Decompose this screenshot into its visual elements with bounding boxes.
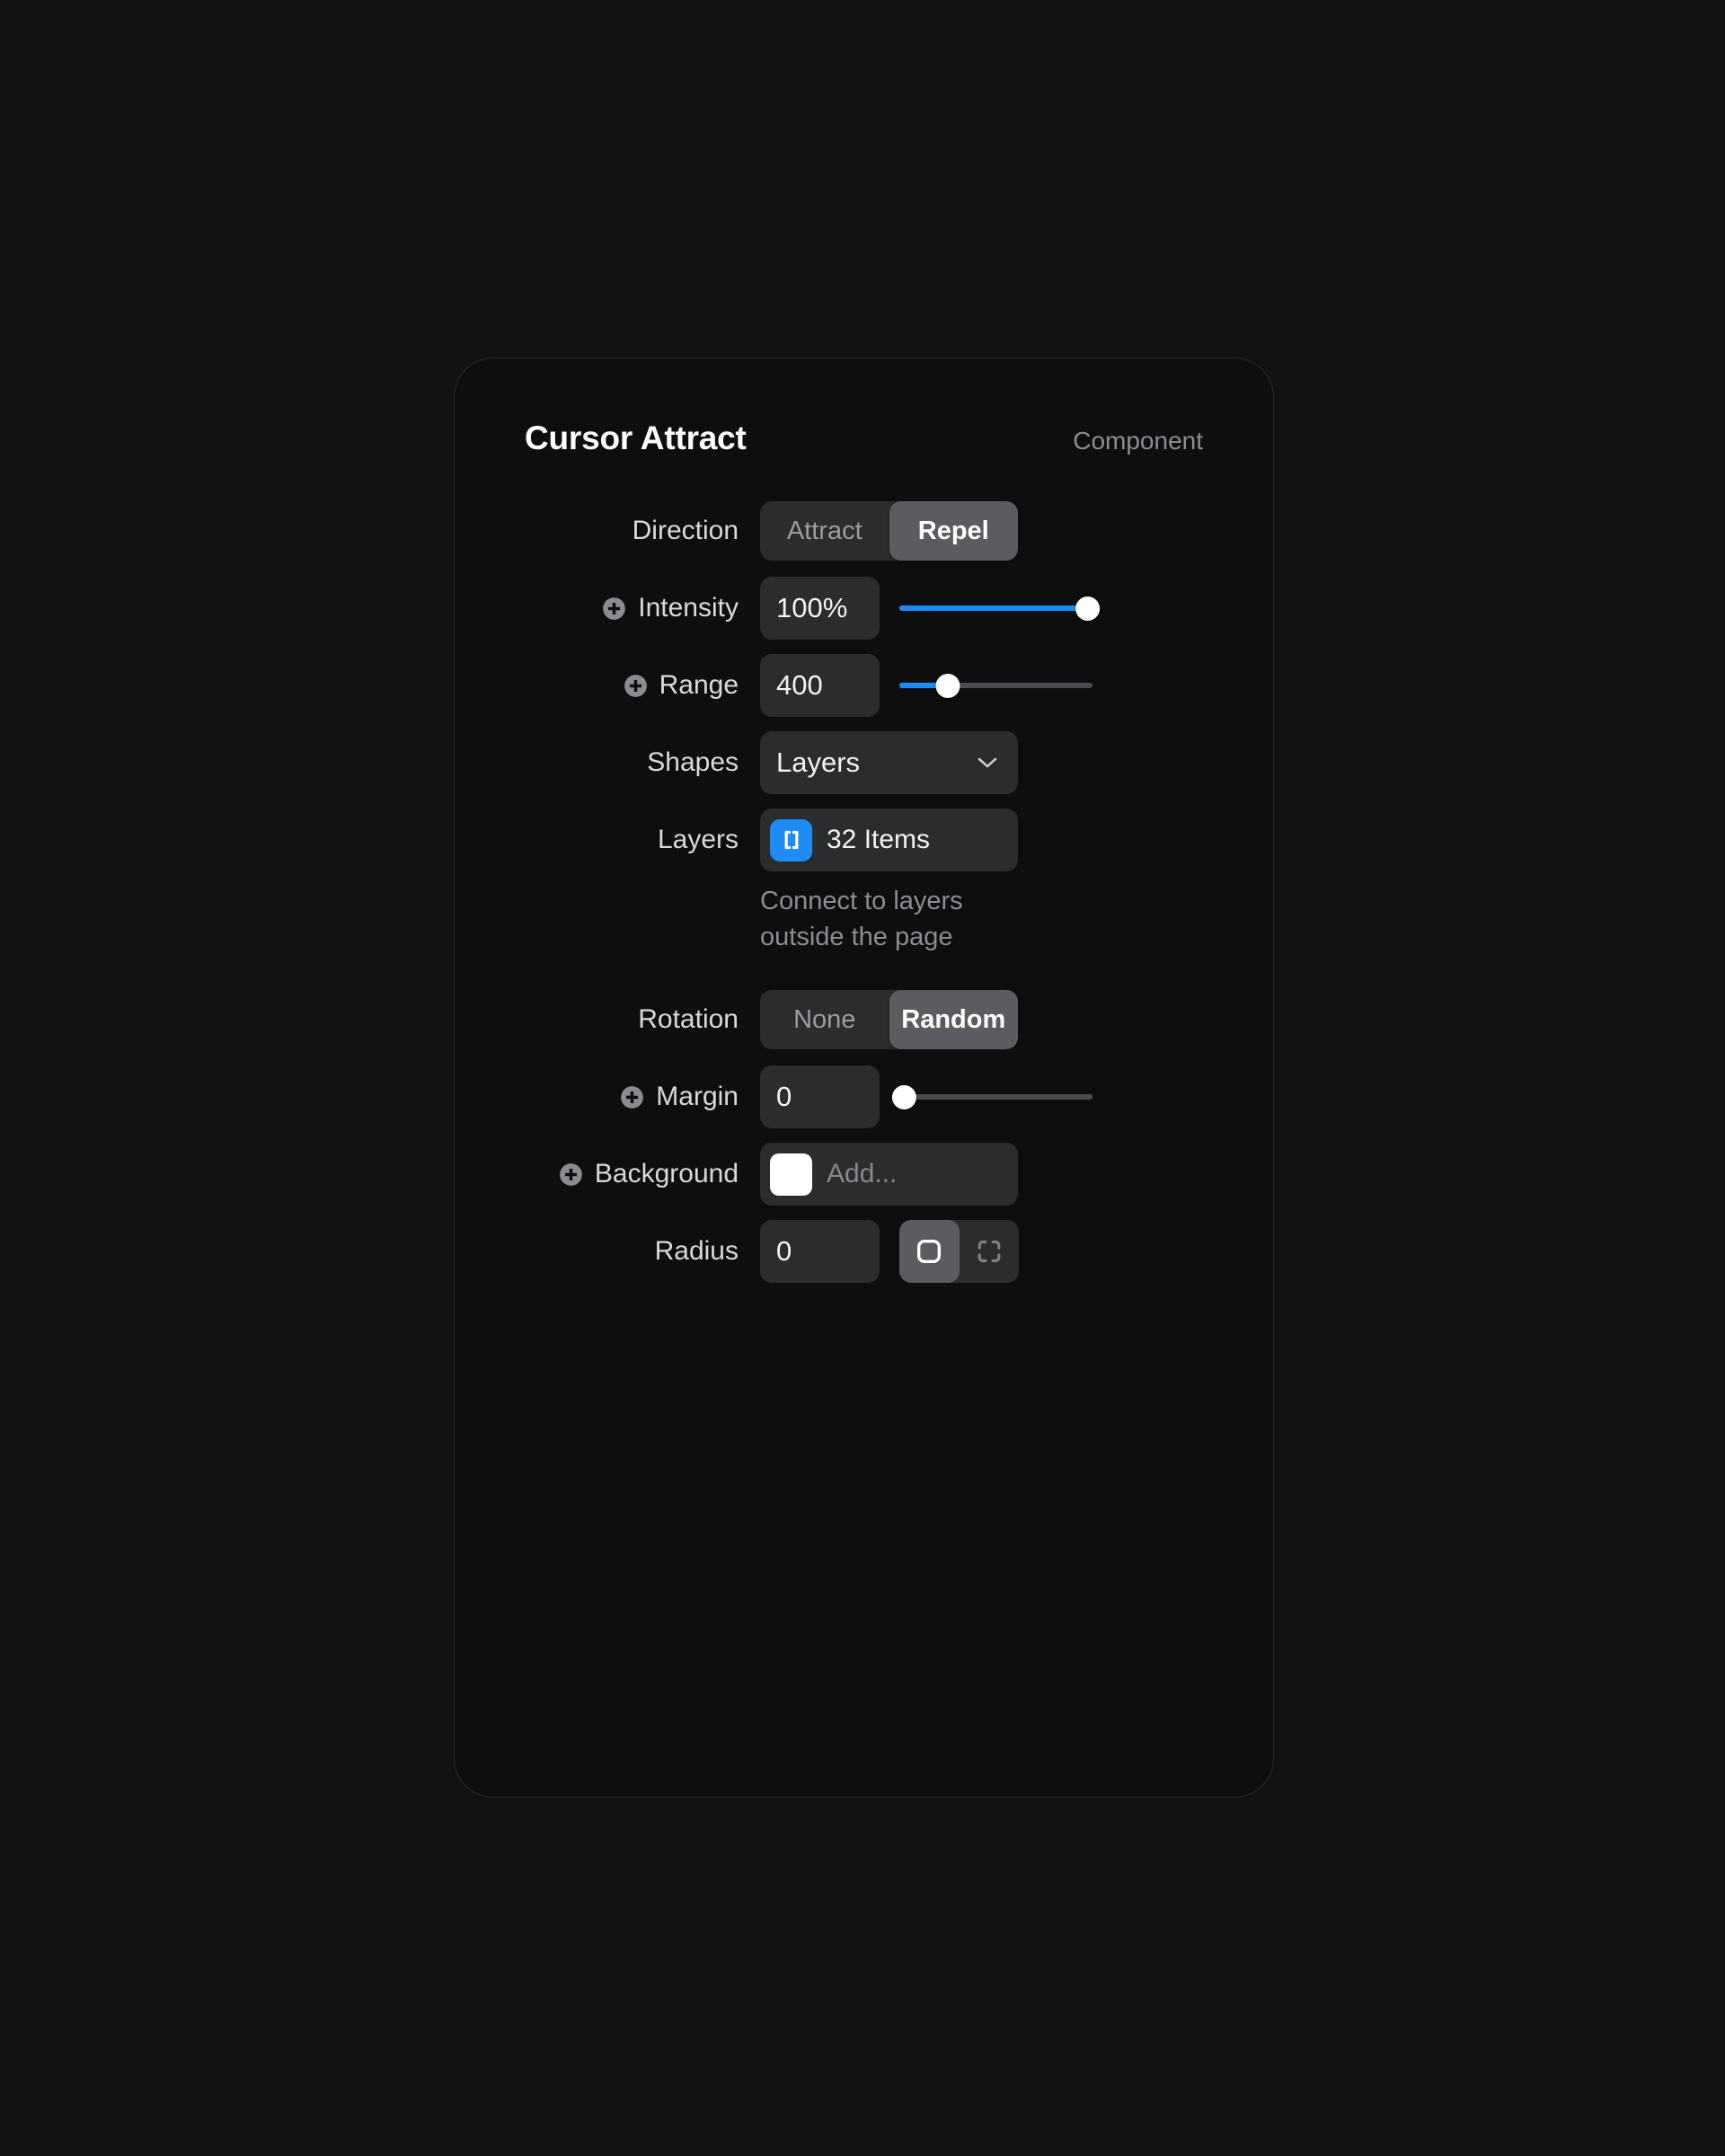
rotation-label: Rotation [638,1004,739,1035]
margin-input[interactable]: 0 [760,1065,880,1129]
row-background: Background Add... [525,1140,1203,1208]
chevron-down-icon [978,757,997,768]
cursor-attract-panel: Cursor Attract Component Direction Attra… [454,358,1274,1798]
range-label-group: Range [525,670,760,701]
intensity-slider-fill [899,605,1092,611]
canvas: Cursor Attract Component Direction Attra… [0,0,1725,2156]
background-label: Background [594,1159,739,1189]
row-range: Range 400 [525,651,1203,720]
brackets-icon [770,818,812,862]
panel-kind-label: Component [1073,427,1203,455]
layers-help-text: Connect to layers outside the page [760,887,963,952]
plus-circle-icon[interactable] [602,596,626,621]
rotation-option-none[interactable]: None [760,990,889,1049]
page-title: Cursor Attract [525,420,747,456]
shapes-select[interactable]: Layers [760,731,1018,794]
corners-icon [978,1240,1001,1263]
rotation-option-random[interactable]: Random [889,990,1018,1050]
layers-help-row: Connect to layers outside the page [525,883,1203,955]
row-rotation: Rotation None Random [525,985,1203,1054]
intensity-label-group: Intensity [525,593,760,623]
direction-segmented-control[interactable]: Attract Repel [760,501,1018,561]
margin-slider[interactable] [891,1083,1092,1110]
radius-input[interactable]: 0 [760,1220,880,1284]
row-radius: Radius 0 [525,1217,1203,1286]
shapes-label: Shapes [647,747,739,777]
layers-label: Layers [657,825,739,854]
background-picker[interactable]: Add... [760,1143,1018,1206]
background-label-group: Background [525,1159,760,1189]
shapes-selected-value: Layers [776,747,861,778]
row-margin: Margin 0 [525,1063,1203,1131]
rotation-segmented-control[interactable]: None Random [760,990,1018,1050]
panel-header: Cursor Attract Component [525,420,1203,457]
intensity-label: Intensity [638,593,739,623]
intensity-slider-thumb[interactable] [1075,596,1101,621]
layers-count-value: 32 Items [827,825,931,854]
row-shapes: Shapes Layers [525,729,1203,797]
range-input[interactable]: 400 [760,654,880,717]
layers-picker[interactable]: 32 Items [760,808,1018,871]
color-swatch[interactable] [770,1153,812,1196]
background-placeholder: Add... [827,1159,898,1189]
plus-circle-icon[interactable] [620,1085,644,1109]
range-slider[interactable] [899,672,1092,699]
margin-label-group: Margin [525,1082,760,1112]
row-layers: Layers 32 Items [525,806,1203,874]
direction-option-attract[interactable]: Attract [760,501,889,561]
range-slider-thumb[interactable] [935,673,960,698]
radius-mode-individual-button[interactable] [960,1220,1020,1283]
row-intensity: Intensity 100% [525,574,1203,642]
range-label: Range [659,670,739,700]
direction-label: Direction [632,516,739,545]
radius-mode-uniform-button[interactable] [899,1220,960,1284]
rounded-square-icon [917,1239,942,1264]
radius-mode-group[interactable] [899,1220,1020,1284]
plus-circle-icon[interactable] [624,674,648,698]
margin-slider-thumb[interactable] [891,1084,916,1109]
margin-label: Margin [656,1082,739,1112]
intensity-input[interactable]: 100% [760,577,880,640]
intensity-slider[interactable] [899,595,1101,622]
margin-slider-track [899,1094,1092,1100]
direction-option-repel[interactable]: Repel [889,501,1018,561]
row-direction: Direction Attract Repel [525,497,1203,565]
plus-circle-icon[interactable] [559,1162,583,1187]
radius-label: Radius [654,1236,739,1267]
